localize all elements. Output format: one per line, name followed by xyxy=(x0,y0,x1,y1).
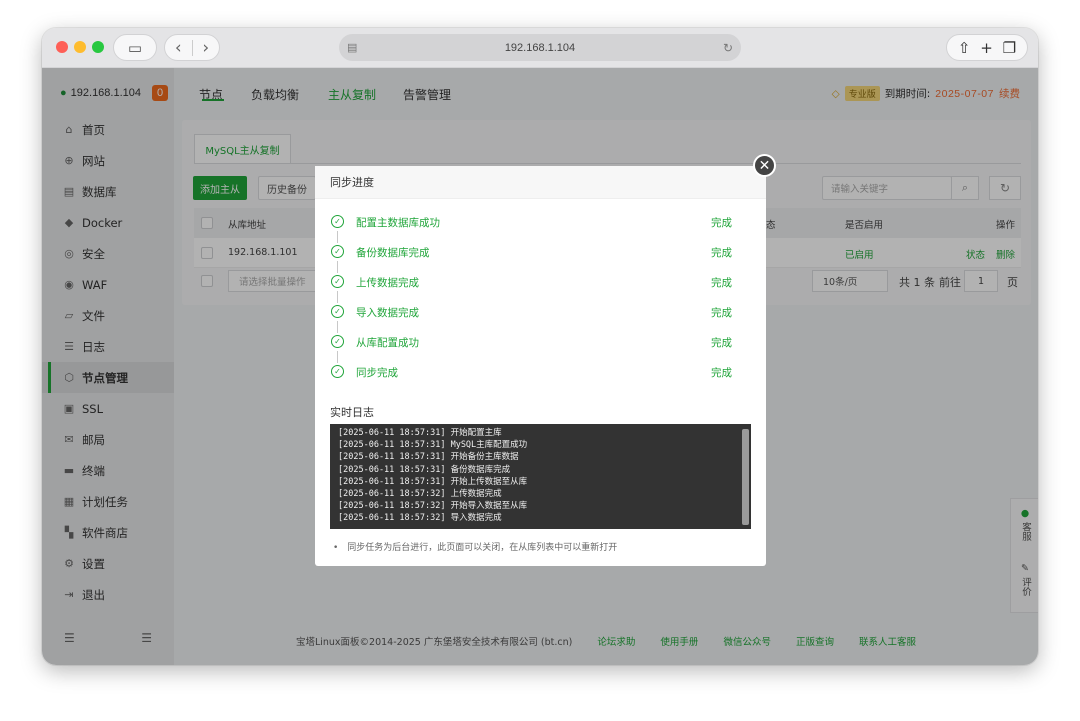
step-connector xyxy=(337,261,338,273)
log-line: [2025-06-11 18:57:32] 上传数据完成 xyxy=(338,489,502,500)
step-status: 完成 xyxy=(711,337,732,349)
browser-tools: ⇧ + ❐ xyxy=(946,34,1028,61)
zoom-window-button[interactable] xyxy=(92,41,104,53)
step-status: 完成 xyxy=(711,217,732,229)
step-connector xyxy=(337,291,338,303)
check-circle-icon: ✓ xyxy=(331,245,344,258)
note-bullet: • xyxy=(333,543,339,553)
log-line: [2025-06-11 18:57:32] 开始导入数据至从库 xyxy=(338,501,528,512)
note-text: 同步任务为后台进行，此页面可以关闭，在从库列表中可以重新打开 xyxy=(347,543,618,553)
close-icon[interactable]: ✕ xyxy=(753,154,776,177)
step-label: 配置主数据库成功 xyxy=(356,217,440,229)
address-bar[interactable]: ▤ 192.168.1.104 ↻ xyxy=(339,34,741,61)
step-status: 完成 xyxy=(711,367,732,379)
check-circle-icon: ✓ xyxy=(331,335,344,348)
check-circle-icon: ✓ xyxy=(331,275,344,288)
step-label: 备份数据库完成 xyxy=(356,247,430,259)
close-window-button[interactable] xyxy=(56,41,68,53)
log-title: 实时日志 xyxy=(330,406,374,419)
log-line: [2025-06-11 18:57:31] 开始备份主库数据 xyxy=(338,452,519,463)
sync-step: ✓ 导入数据完成 完成 xyxy=(331,304,741,322)
sidebar-toggle-button[interactable]: ▭ xyxy=(113,34,157,61)
log-line: [2025-06-11 18:57:31] 开始上传数据至从库 xyxy=(338,476,528,487)
check-circle-icon: ✓ xyxy=(331,365,344,378)
log-line: [2025-06-11 18:57:31] 备份数据库完成 xyxy=(338,464,511,475)
reload-icon[interactable]: ↻ xyxy=(723,41,733,55)
log-line: [2025-06-11 18:57:32] 导入数据完成 xyxy=(338,513,502,524)
background-note: • 同步任务为后台进行，此页面可以关闭，在从库列表中可以重新打开 xyxy=(333,540,617,553)
check-circle-icon: ✓ xyxy=(331,305,344,318)
browser-window: ▭ ‹ › ▤ 192.168.1.104 ↻ ⇧ + ❐ ● 192.168.… xyxy=(42,28,1038,665)
share-icon[interactable]: ⇧ xyxy=(958,39,971,57)
step-connector xyxy=(337,231,338,243)
step-label: 导入数据完成 xyxy=(356,307,419,319)
tabs-overview-icon[interactable]: ❐ xyxy=(1003,39,1016,57)
browser-titlebar: ▭ ‹ › ▤ 192.168.1.104 ↻ ⇧ + ❐ xyxy=(42,28,1038,68)
step-label: 从库配置成功 xyxy=(356,337,419,349)
sync-step: ✓ 备份数据库完成 完成 xyxy=(331,244,741,262)
sync-progress-dialog: 同步进度 ✓ 配置主数据库成功 完成 ✓ 备份数据库完成 完成 ✓ 上传数据完成 完成 ✓ 导入数据… xyxy=(315,166,766,566)
log-scrollbar[interactable] xyxy=(742,429,749,525)
log-line: [2025-06-11 18:57:31] MySQL主库配置成功 xyxy=(338,440,528,451)
step-connector xyxy=(337,351,338,363)
sync-step: ✓ 同步完成 完成 xyxy=(331,364,741,382)
sync-step: ✓ 上传数据完成 完成 xyxy=(331,274,741,292)
sync-step: ✓ 配置主数据库成功 完成 xyxy=(331,214,741,232)
dialog-title: 同步进度 xyxy=(315,166,766,199)
check-circle-icon: ✓ xyxy=(331,215,344,228)
step-status: 完成 xyxy=(711,247,732,259)
log-line: [2025-06-11 18:57:31] 开始配置主库 xyxy=(338,428,502,438)
sidebar-toggle-icon: ▭ xyxy=(127,38,143,57)
address-text: 192.168.1.104 xyxy=(504,41,576,54)
realtime-log[interactable]: [2025-06-11 18:57:31] 开始配置主库 [2025-06-11 … xyxy=(330,424,751,529)
site-settings-icon[interactable]: ▤ xyxy=(347,41,357,54)
step-connector xyxy=(337,321,338,333)
step-status: 完成 xyxy=(711,277,732,289)
sync-step: ✓ 从库配置成功 完成 xyxy=(331,334,741,352)
minimize-window-button[interactable] xyxy=(74,41,86,53)
step-label: 同步完成 xyxy=(356,367,398,379)
history-nav-group: ‹ › xyxy=(164,34,220,61)
forward-icon[interactable]: › xyxy=(192,38,219,58)
step-status: 完成 xyxy=(711,307,732,319)
new-tab-icon[interactable]: + xyxy=(980,39,993,57)
back-icon[interactable]: ‹ xyxy=(165,38,192,58)
step-label: 上传数据完成 xyxy=(356,277,419,289)
